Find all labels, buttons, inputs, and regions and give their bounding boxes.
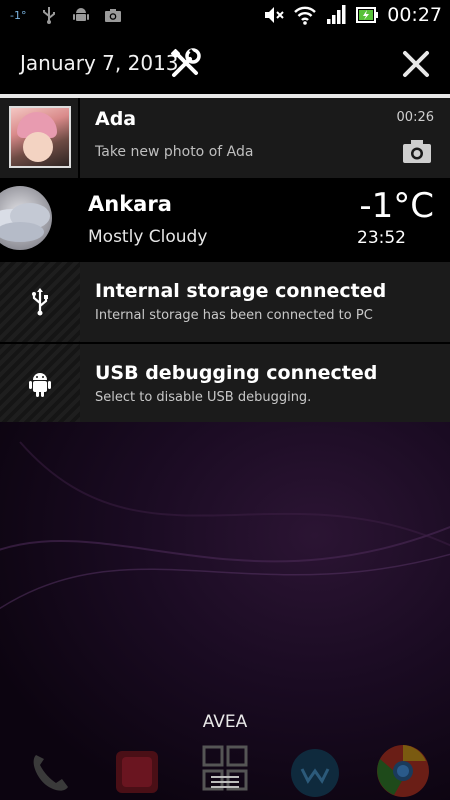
usb-icon xyxy=(43,7,56,24)
wallpaper-swirl xyxy=(0,441,450,610)
notification-title: Internal storage connected xyxy=(95,280,387,302)
signal-icon xyxy=(327,5,346,24)
media-icon[interactable] xyxy=(108,741,166,799)
wifi-icon xyxy=(294,6,317,25)
android-icon xyxy=(73,8,90,21)
notification-subtitle: Take new photo of Ada xyxy=(95,144,254,160)
notification-subtitle: Select to disable USB debugging. xyxy=(95,390,312,405)
status-time: 00:27 xyxy=(387,4,442,26)
weather-time: 23:52 xyxy=(357,228,406,248)
thumb-divider xyxy=(78,98,80,178)
android-icon xyxy=(29,373,51,397)
apps-grid-icon[interactable] xyxy=(196,741,254,799)
mute-icon xyxy=(265,7,284,23)
chrome-icon[interactable] xyxy=(374,741,432,799)
notification-title: Ada xyxy=(95,108,137,130)
tools-icon[interactable] xyxy=(168,47,202,81)
date-label: January 7, 2013 xyxy=(20,51,179,75)
weather-temperature: -1°C xyxy=(359,186,434,226)
notification-header: January 7, 2013 xyxy=(0,34,450,94)
notification-weather[interactable]: Ankara Mostly Cloudy -1°C 23:52 xyxy=(0,180,450,260)
camera-icon xyxy=(105,9,122,22)
notification-time: 00:26 xyxy=(396,110,434,125)
drawer-handle-icon[interactable] xyxy=(211,775,239,789)
usb-icon xyxy=(32,288,48,316)
photo-face-shape xyxy=(23,132,53,162)
contact-photo xyxy=(9,106,71,168)
phone-icon[interactable] xyxy=(22,741,80,799)
notification-ada[interactable]: Ada Take new photo of Ada 00:26 xyxy=(0,98,450,178)
icon-column xyxy=(0,344,80,422)
cloudy-weather-icon xyxy=(0,186,52,250)
status-left-icons: -1° xyxy=(10,6,122,24)
close-icon[interactable] xyxy=(400,48,432,80)
notification-usb-debugging[interactable]: USB debugging connected Select to disabl… xyxy=(0,344,450,422)
status-temperature: -1° xyxy=(10,8,27,22)
camera-icon[interactable] xyxy=(402,138,432,164)
notification-title: USB debugging connected xyxy=(95,362,378,384)
carrier-label: AVEA xyxy=(202,712,248,732)
icon-column xyxy=(0,262,80,342)
app-dock xyxy=(0,735,450,800)
walkman-icon[interactable] xyxy=(286,741,344,799)
battery-charging-icon xyxy=(356,7,379,23)
weather-condition: Mostly Cloudy xyxy=(88,227,208,247)
status-bar: -1° 00:27 xyxy=(0,0,450,34)
notification-storage[interactable]: Internal storage connected Internal stor… xyxy=(0,262,450,342)
notification-subtitle: Internal storage has been connected to P… xyxy=(95,308,373,323)
weather-city: Ankara xyxy=(88,192,172,216)
status-right-icons: 00:27 xyxy=(263,4,442,26)
